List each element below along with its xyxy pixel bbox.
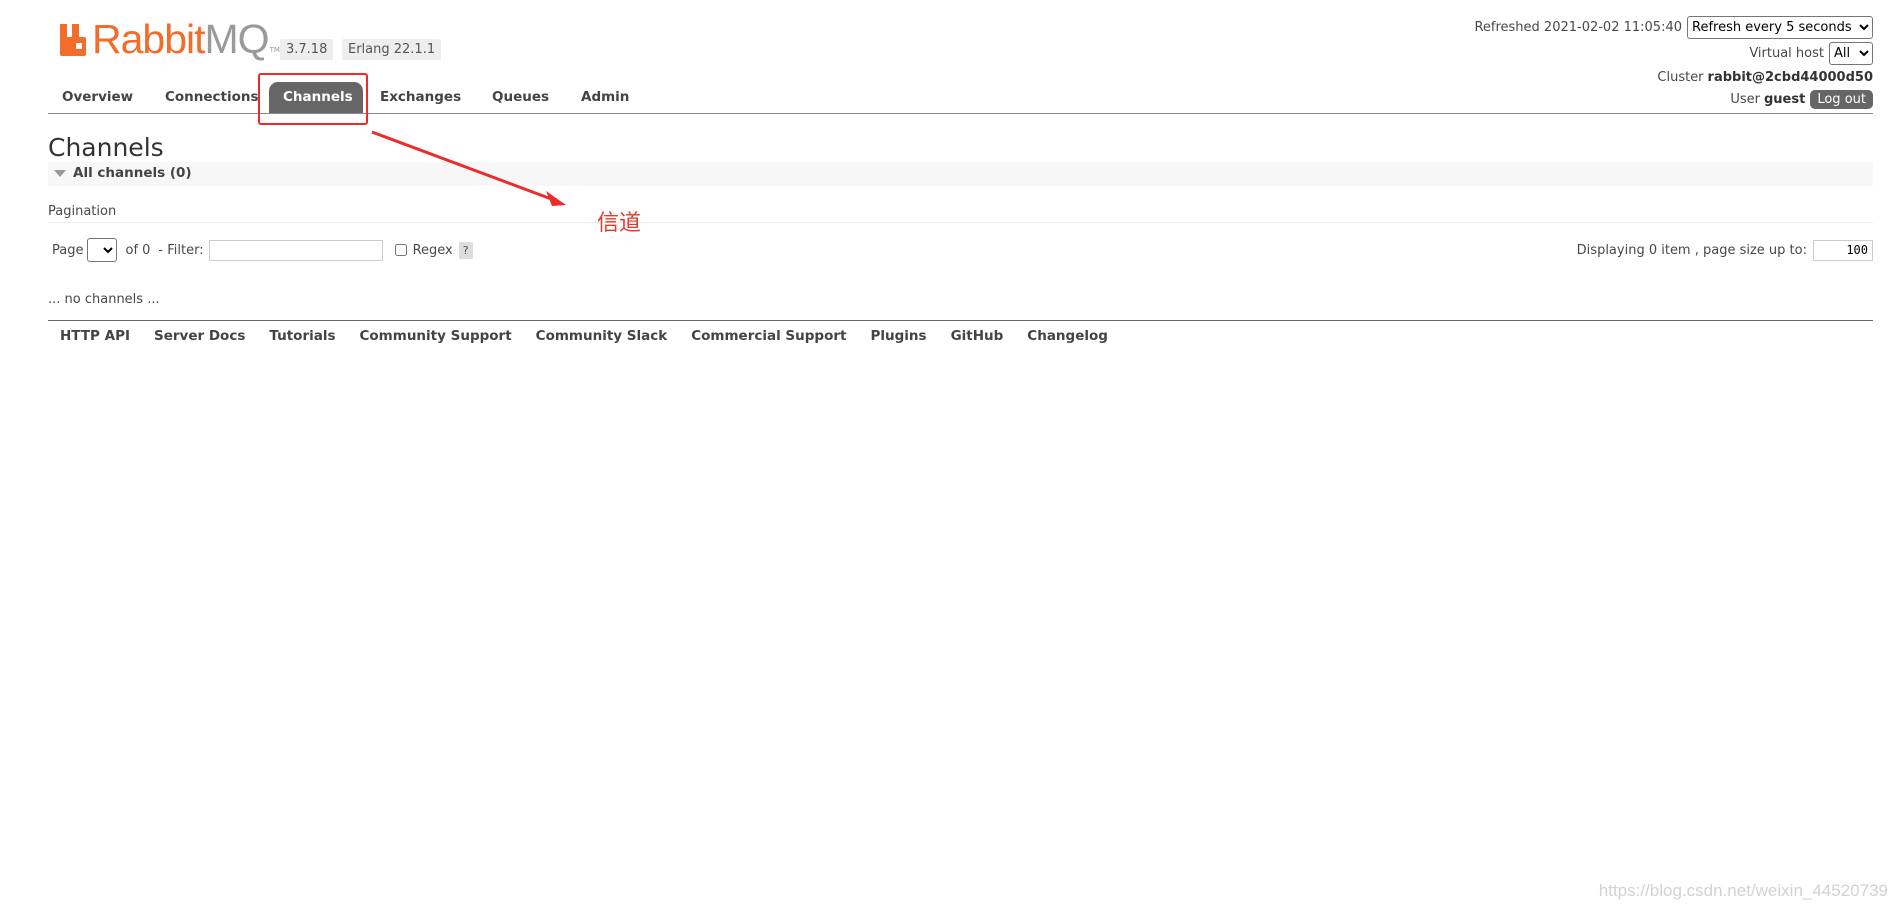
footer-link-changelog[interactable]: Changelog bbox=[1015, 328, 1120, 348]
rabbitmq-version-badge: 3.7.18 bbox=[280, 39, 334, 60]
footer-link-plugins[interactable]: Plugins bbox=[858, 328, 938, 348]
tab-connections[interactable]: Connections bbox=[151, 82, 271, 113]
footer-links: HTTP API Server Docs Tutorials Community… bbox=[48, 328, 1120, 348]
virtual-host-select[interactable]: All bbox=[1829, 41, 1873, 65]
refreshed-timestamp: Refreshed 2021-02-02 11:05:40 bbox=[1474, 19, 1682, 35]
virtual-host-row: Virtual host All bbox=[1474, 40, 1873, 66]
tab-exchanges[interactable]: Exchanges bbox=[366, 82, 472, 113]
watermark: https://blog.csdn.net/weixin_44520739 bbox=[1598, 881, 1888, 900]
cluster-label: Cluster bbox=[1657, 69, 1704, 85]
annotation-arrow-icon bbox=[371, 130, 566, 206]
tab-admin[interactable]: Admin bbox=[567, 82, 641, 113]
footer-link-github[interactable]: GitHub bbox=[939, 328, 1016, 348]
filter-label: - Filter: bbox=[158, 242, 204, 258]
logo-trademark: TM bbox=[269, 46, 280, 54]
regex-checkbox[interactable] bbox=[394, 244, 407, 256]
page-select[interactable] bbox=[87, 238, 118, 262]
rabbitmq-management-page: Rabbit MQ TM 3.7.18 Erlang 22.1.1 Refres… bbox=[0, 0, 1894, 909]
footer-link-community-support[interactable]: Community Support bbox=[348, 328, 524, 348]
pagination-label: Pagination bbox=[48, 204, 117, 219]
footer-link-commercial-support[interactable]: Commercial Support bbox=[679, 328, 858, 348]
logo-text-rabbit: Rabbit bbox=[92, 16, 206, 62]
page-count: of 0 bbox=[125, 242, 151, 258]
virtual-host-label: Virtual host bbox=[1749, 45, 1824, 61]
logo-text-mq: MQ bbox=[204, 16, 270, 62]
pagination-divider bbox=[48, 222, 1873, 223]
footer-divider bbox=[48, 320, 1873, 321]
erlang-version-badge: Erlang 22.1.1 bbox=[342, 39, 442, 60]
page-title: Channels bbox=[48, 133, 164, 162]
empty-state-text: ... no channels ... bbox=[48, 292, 160, 307]
refresh-row: Refreshed 2021-02-02 11:05:40 Refresh ev… bbox=[1474, 14, 1873, 40]
rabbitmq-logo[interactable]: Rabbit MQ TM bbox=[58, 18, 280, 60]
regex-label: Regex bbox=[412, 242, 453, 258]
collapse-triangle-icon bbox=[54, 170, 66, 177]
footer-link-server-docs[interactable]: Server Docs bbox=[142, 328, 257, 348]
all-channels-section-title: All channels (0) bbox=[73, 165, 192, 181]
page-label: Page bbox=[52, 242, 84, 258]
rabbitmq-logo-icon bbox=[60, 24, 86, 56]
page-size-input[interactable] bbox=[1813, 239, 1873, 261]
footer-link-community-slack[interactable]: Community Slack bbox=[524, 328, 680, 348]
footer-link-http-api[interactable]: HTTP API bbox=[48, 328, 142, 348]
refresh-interval-select[interactable]: Refresh every 5 seconds bbox=[1687, 15, 1873, 39]
pagination-controls: Page of 0 - Filter: Regex ? bbox=[52, 237, 473, 263]
display-summary: Displaying 0 item , page size up to: bbox=[1577, 237, 1873, 263]
cluster-row: Cluster rabbit@2cbd44000d50 bbox=[1474, 66, 1873, 88]
annotation-label: 信道 bbox=[597, 211, 642, 236]
tab-overview[interactable]: Overview bbox=[48, 82, 142, 113]
footer-link-tutorials[interactable]: Tutorials bbox=[257, 328, 347, 348]
user-name: guest bbox=[1764, 91, 1806, 107]
header-status-panel: Refreshed 2021-02-02 11:05:40 Refresh ev… bbox=[1474, 14, 1873, 110]
filter-input[interactable] bbox=[208, 239, 383, 261]
user-label: User bbox=[1730, 91, 1760, 107]
cluster-name: rabbit@2cbd44000d50 bbox=[1707, 69, 1873, 85]
logout-button[interactable]: Log out bbox=[1810, 89, 1873, 109]
tab-queues[interactable]: Queues bbox=[478, 82, 560, 113]
annotation-highlight-box bbox=[258, 73, 368, 125]
user-row: User guest Log out bbox=[1474, 88, 1873, 110]
all-channels-section-header[interactable]: All channels (0) bbox=[48, 162, 1873, 186]
regex-help-button[interactable]: ? bbox=[458, 241, 473, 259]
displaying-label: Displaying 0 item , page size up to: bbox=[1576, 242, 1807, 258]
